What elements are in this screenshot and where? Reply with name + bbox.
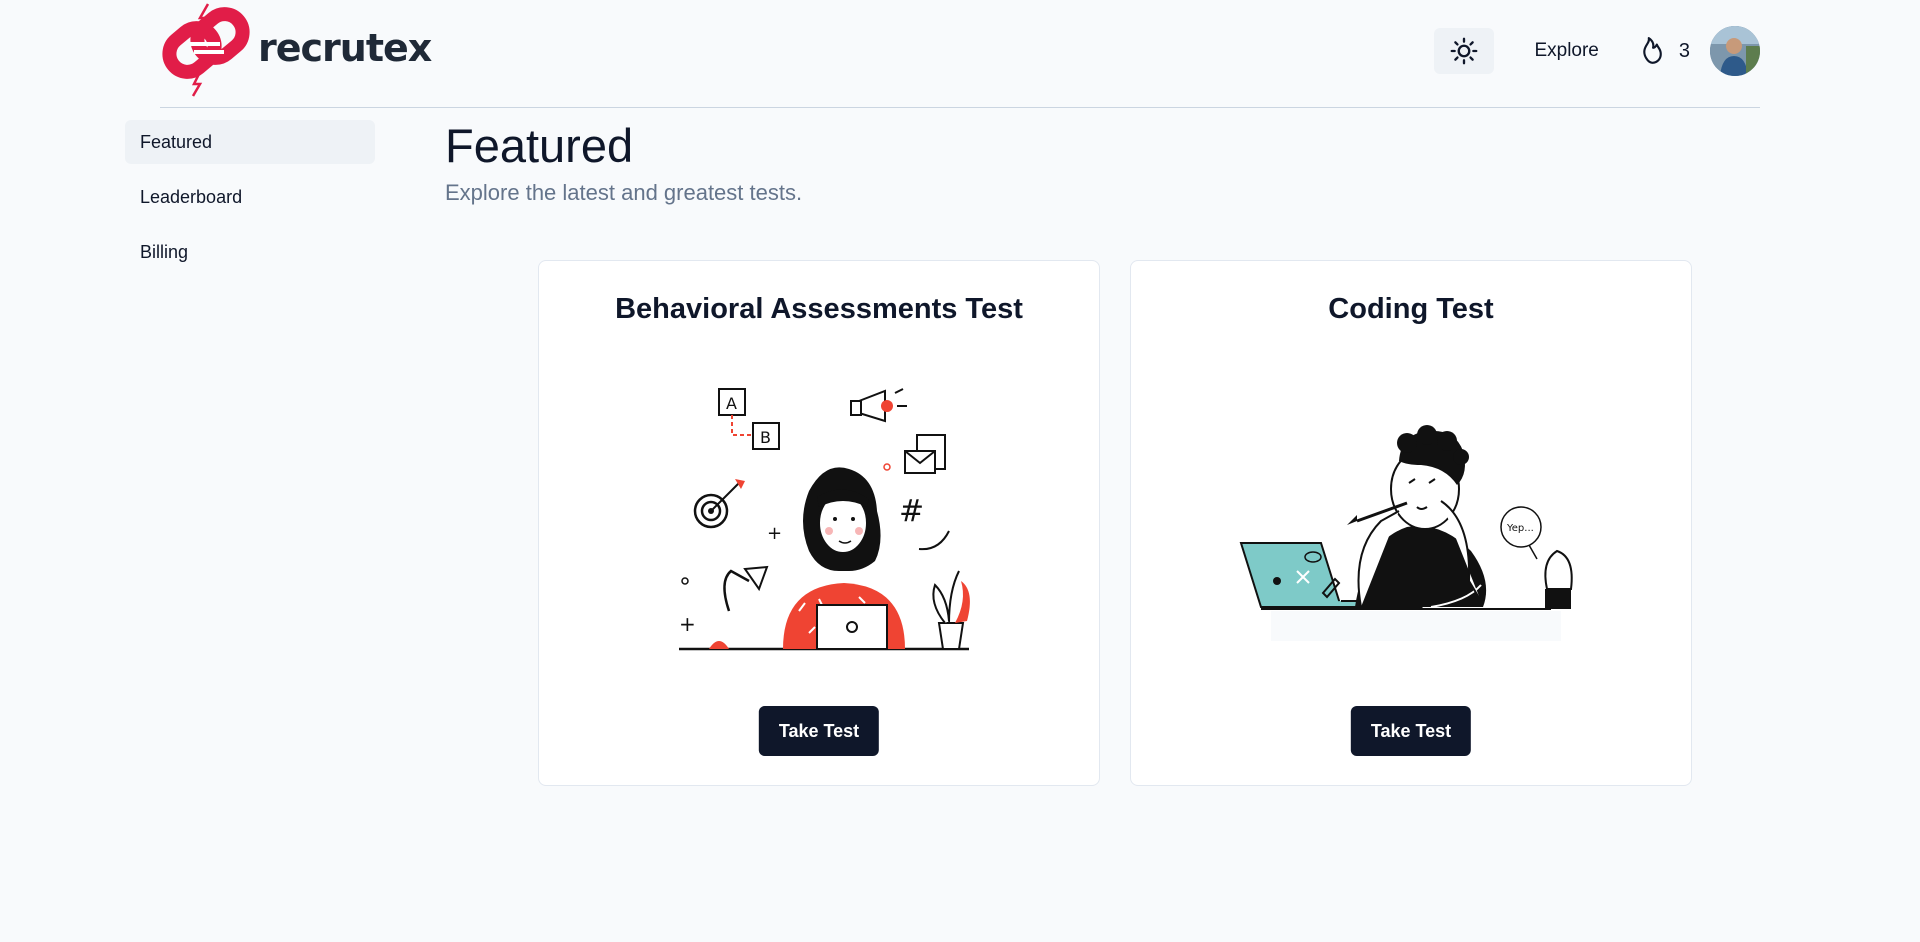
sidebar: Featured Leaderboard Billing xyxy=(125,120,375,285)
sun-icon xyxy=(1451,37,1478,65)
svg-text:#: # xyxy=(899,494,924,529)
brand-name: recrutex xyxy=(258,26,432,70)
theme-toggle-button[interactable] xyxy=(1434,28,1495,74)
page-title: Featured xyxy=(445,119,634,172)
test-card-behavioral: Behavioral Assessments Test A B # + + Ta… xyxy=(538,260,1100,786)
take-test-button[interactable]: Take Test xyxy=(758,706,880,756)
card-title: Behavioral Assessments Test xyxy=(615,293,1023,325)
sidebar-item-featured[interactable]: Featured xyxy=(125,120,375,164)
test-card-coding: Coding Test Yep... Take Test xyxy=(1130,260,1692,786)
svg-text:B: B xyxy=(760,428,771,447)
svg-text:+: + xyxy=(679,612,696,636)
avatar-photo-icon xyxy=(1710,26,1760,76)
svg-text:+: + xyxy=(767,523,782,544)
speech-bubble-text: Yep... xyxy=(1506,523,1534,534)
explore-link[interactable]: Explore xyxy=(1534,40,1598,62)
sidebar-item-billing[interactable]: Billing xyxy=(125,230,375,274)
take-test-button[interactable]: Take Test xyxy=(1350,706,1472,756)
page-subtitle: Explore the latest and greatest tests. xyxy=(445,180,803,205)
top-header: recrutex Explore 3 xyxy=(160,0,1760,108)
sidebar-item-leaderboard[interactable]: Leaderboard xyxy=(125,175,375,219)
user-avatar[interactable] xyxy=(1710,26,1760,76)
flame-icon xyxy=(1643,37,1662,64)
thinking-person-laptop-illustration: Yep... xyxy=(1231,411,1591,656)
logo[interactable]: recrutex xyxy=(160,0,432,100)
card-title: Coding Test xyxy=(1328,293,1494,325)
svg-text:A: A xyxy=(726,394,737,413)
streak-counter: 3 xyxy=(1639,36,1690,66)
streak-count: 3 xyxy=(1678,39,1690,62)
logo-mark-icon xyxy=(162,3,250,97)
woman-at-laptop-illustration: A B # + + xyxy=(649,371,989,676)
